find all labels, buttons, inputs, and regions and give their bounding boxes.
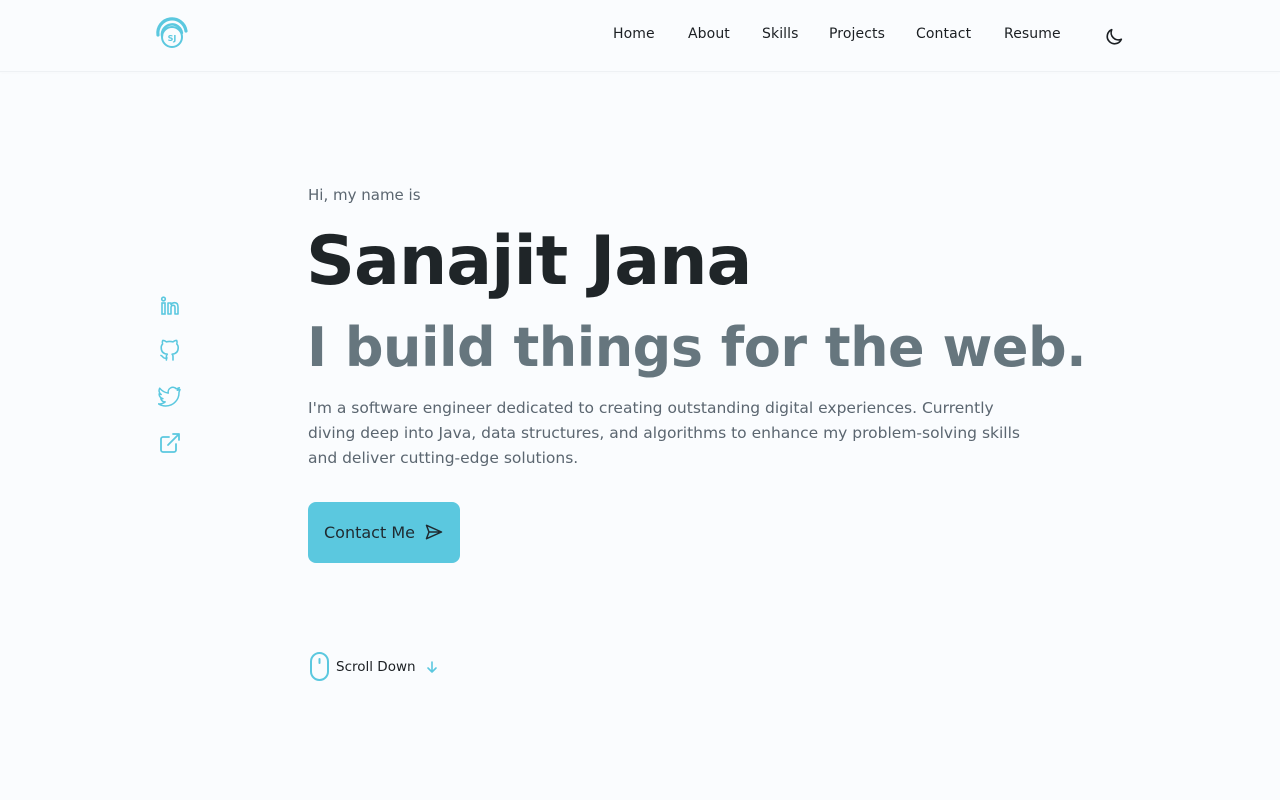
nav-contact[interactable]: Contact: [916, 26, 971, 42]
hero-name: Sanajit Jana: [306, 222, 752, 301]
nav-home[interactable]: Home: [613, 26, 655, 42]
moon-icon[interactable]: [1103, 26, 1125, 48]
logo-initials: SJ: [168, 34, 177, 43]
arrow-down-icon: [427, 661, 437, 673]
nav-projects[interactable]: Projects: [829, 26, 885, 42]
sj-logo-icon[interactable]: SJ: [154, 15, 190, 51]
nav-about[interactable]: About: [688, 26, 730, 42]
nav-skills[interactable]: Skills: [762, 26, 799, 42]
scroll-down-label: Scroll Down: [336, 659, 416, 675]
github-icon[interactable]: [158, 339, 182, 363]
contact-me-button[interactable]: Contact Me: [308, 502, 460, 563]
hero-intro: I'm a software engineer dedicated to cre…: [308, 399, 1020, 467]
top-navbar: SJ Home About Skills Projects Contact Re…: [0, 0, 1280, 72]
hero-greeting: Hi, my name is: [308, 186, 421, 204]
twitter-icon[interactable]: [158, 385, 182, 409]
external-link-icon[interactable]: [158, 431, 182, 455]
nav-resume[interactable]: Resume: [1004, 26, 1061, 42]
contact-me-label: Contact Me: [324, 523, 415, 542]
hero-tagline: I build things for the web.: [307, 316, 1087, 379]
mouse-icon: [310, 652, 329, 681]
send-icon: [425, 524, 443, 540]
linkedin-icon[interactable]: [158, 294, 182, 318]
